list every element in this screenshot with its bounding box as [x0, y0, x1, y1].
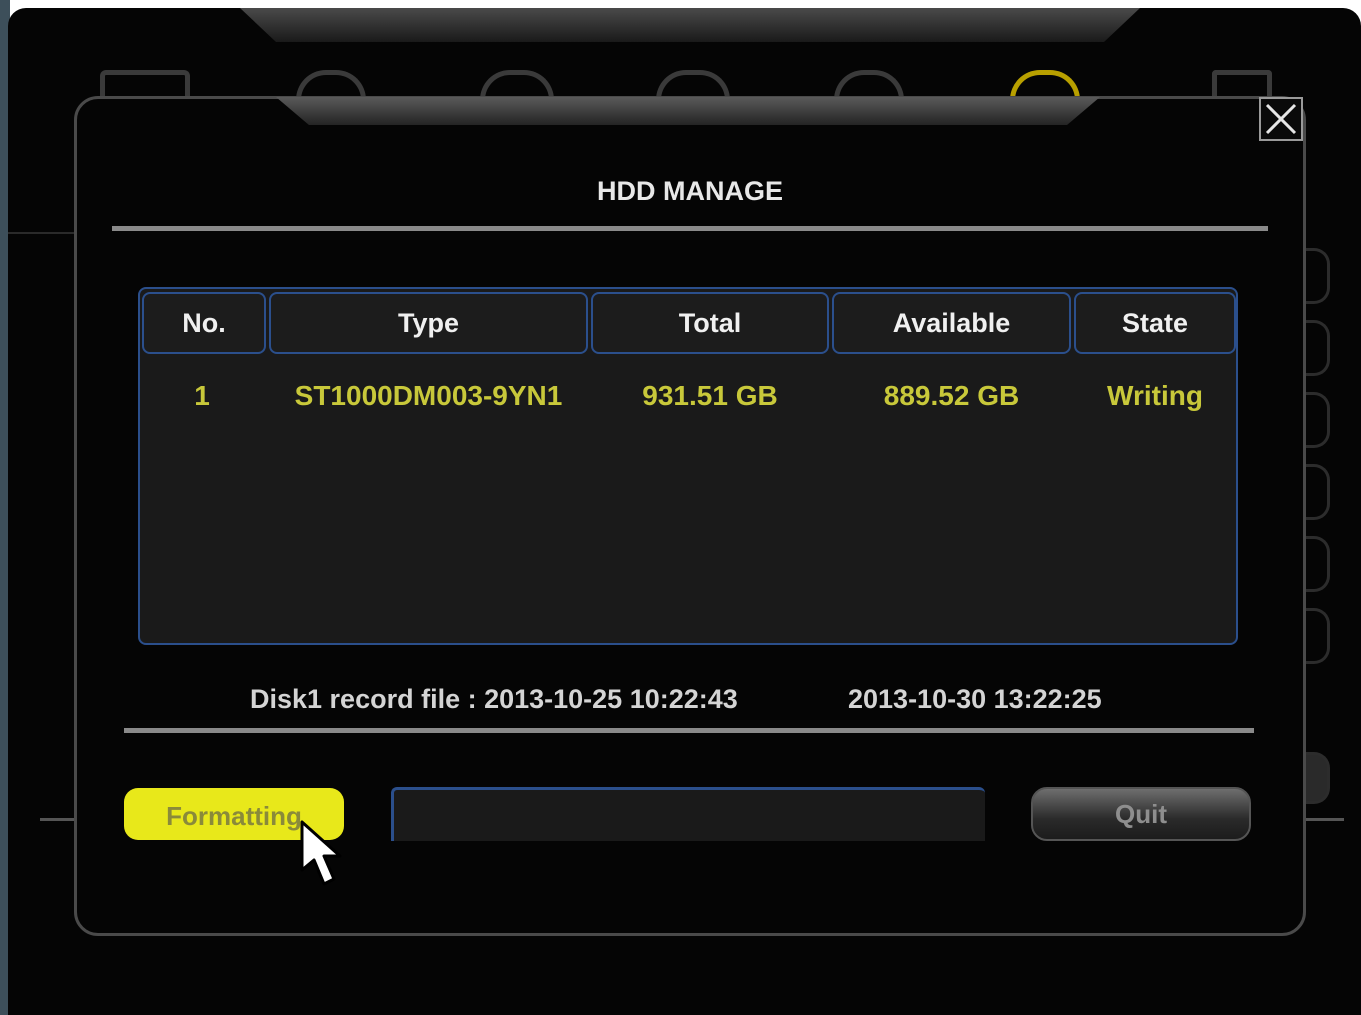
close-icon: [1265, 103, 1297, 135]
cell-available: 889.52 GB: [883, 380, 1020, 411]
record-file-start: Disk1 record file : 2013-10-25 10:22:43: [250, 684, 738, 714]
column-header-available: Available: [832, 292, 1071, 354]
format-progress-bar: [391, 787, 985, 841]
cell-no: 1: [194, 380, 210, 411]
dialog-tab-strip: [276, 97, 1100, 125]
footer-divider: [124, 728, 1254, 733]
quit-button[interactable]: Quit: [1031, 787, 1251, 841]
background-divider: [8, 232, 78, 234]
dialog-title: HDD MANAGE: [597, 176, 783, 206]
cell-type: ST1000DM003-9YN1: [294, 380, 563, 411]
background-tab-strip: [240, 8, 1140, 42]
column-header-state: State: [1074, 292, 1236, 354]
title-divider: [112, 226, 1268, 231]
record-file-end: 2013-10-30 13:22:25: [848, 684, 1102, 714]
column-header-total: Total: [591, 292, 829, 354]
cell-state: Writing: [1107, 380, 1203, 411]
mouse-cursor-icon: [300, 820, 342, 886]
column-header-type: Type: [269, 292, 588, 354]
column-header-no: No.: [142, 292, 266, 354]
background-divider: [1300, 818, 1344, 821]
cell-total: 931.51 GB: [642, 380, 778, 411]
close-button[interactable]: [1259, 97, 1303, 141]
dvr-screen: HDD MANAGE No. Type Total Available Stat…: [0, 0, 1361, 1015]
